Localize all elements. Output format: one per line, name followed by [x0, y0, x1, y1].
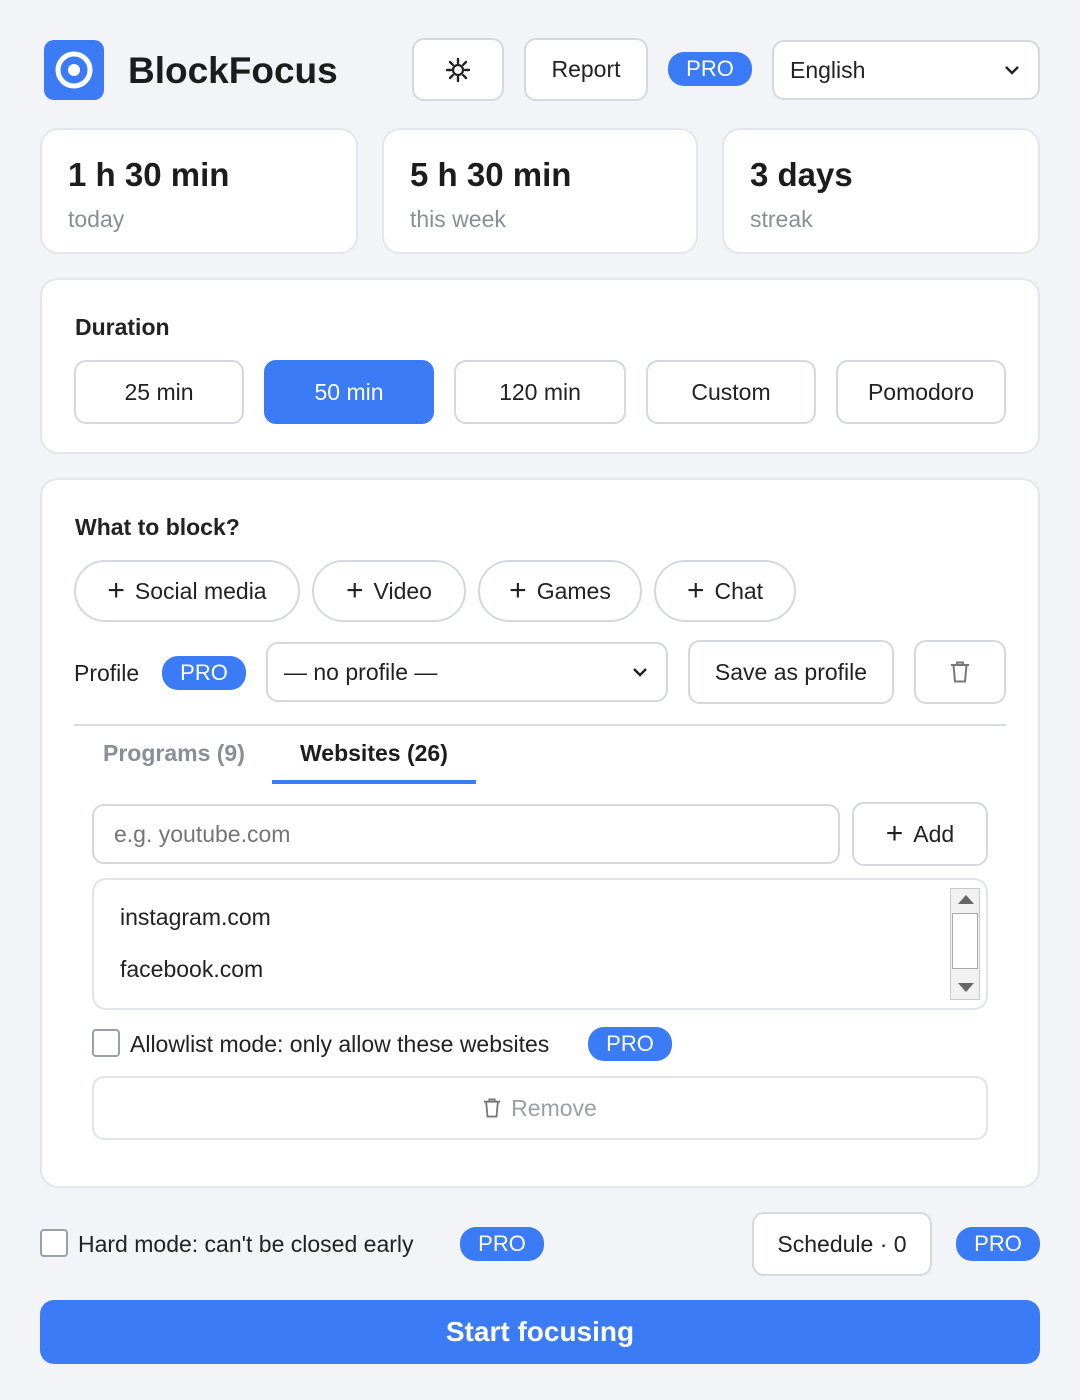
stat-value: 5 h 30 min — [410, 156, 572, 193]
stat-label: streak — [750, 206, 813, 232]
plus-icon: + — [509, 574, 527, 607]
plus-icon: + — [686, 574, 705, 607]
block-title: What to block? — [75, 514, 240, 540]
pro-badge-allowlist[interactable]: PRO — [588, 1027, 672, 1061]
tab-active-indicator — [272, 780, 476, 784]
pro-badge-header[interactable]: PRO — [668, 52, 752, 86]
category-chat[interactable]: + Chat — [654, 560, 796, 622]
category-label: Chat — [714, 577, 764, 604]
stat-label: today — [68, 206, 125, 232]
duration-option-custom[interactable]: Custom — [646, 360, 816, 424]
profile-label: Profile — [74, 660, 140, 686]
profile-selected: — no profile — — [284, 658, 438, 685]
trash-icon — [484, 1098, 501, 1118]
website-input[interactable] — [92, 804, 840, 864]
tab-programs[interactable]: Programs (9) — [103, 740, 245, 767]
scroll-up-arrow[interactable] — [958, 895, 974, 904]
stat-label: this week — [410, 206, 506, 232]
category-games[interactable]: + Games — [478, 560, 642, 622]
language-select[interactable]: English — [772, 40, 1040, 100]
target-icon — [55, 51, 93, 89]
pro-badge-schedule[interactable]: PRO — [956, 1227, 1040, 1261]
add-label: Add — [913, 820, 955, 847]
delete-profile-button[interactable] — [914, 640, 1006, 704]
stat-card-week: 5 h 30 min this week — [382, 128, 698, 254]
report-button[interactable]: Report — [524, 38, 648, 101]
category-label: Video — [373, 577, 432, 604]
category-label: Games — [536, 577, 611, 604]
app-logo — [44, 40, 104, 100]
chevron-down-icon — [1005, 66, 1019, 75]
allowlist-label[interactable]: Allowlist mode: only allow these website… — [130, 1031, 549, 1058]
duration-option-50[interactable]: 50 min — [264, 360, 434, 424]
plus-icon: + — [346, 574, 364, 607]
save-profile-button[interactable]: Save as profile — [688, 640, 894, 704]
duration-option-120[interactable]: 120 min — [454, 360, 626, 424]
category-label: Social media — [134, 577, 267, 604]
schedule-button[interactable]: Schedule · 0 — [752, 1212, 932, 1276]
divider — [74, 724, 1006, 726]
gear-icon — [445, 57, 471, 82]
plus-icon: + — [885, 817, 904, 850]
theme-toggle-button[interactable] — [412, 38, 504, 101]
list-item[interactable]: instagram.com — [120, 904, 271, 931]
start-focusing-button[interactable]: Start focusing — [40, 1300, 1040, 1364]
hard-mode-checkbox[interactable] — [40, 1229, 68, 1257]
scrollbar[interactable] — [950, 888, 980, 1000]
trash-icon — [951, 661, 969, 683]
stat-card-streak: 3 days streak — [722, 128, 1040, 254]
stat-value: 3 days — [750, 156, 853, 193]
add-website-button[interactable]: + Add — [852, 802, 988, 866]
hard-mode-label[interactable]: Hard mode: can't be closed early — [78, 1231, 414, 1258]
category-video[interactable]: + Video — [312, 560, 466, 622]
scroll-thumb[interactable] — [952, 913, 978, 969]
remove-button[interactable]: Remove — [92, 1076, 988, 1140]
allowlist-checkbox[interactable] — [92, 1029, 120, 1057]
remove-label: Remove — [511, 1094, 597, 1121]
duration-option-25[interactable]: 25 min — [74, 360, 244, 424]
plus-icon: + — [107, 574, 125, 607]
pro-badge-hard-mode[interactable]: PRO — [460, 1227, 544, 1261]
tab-websites[interactable]: Websites (26) — [300, 740, 448, 767]
website-list[interactable]: instagram.com facebook.com — [92, 878, 988, 1010]
stat-value: 1 h 30 min — [68, 156, 230, 193]
duration-title: Duration — [75, 314, 170, 340]
profile-select[interactable]: — no profile — — [266, 642, 668, 702]
chevron-down-icon — [633, 668, 647, 677]
category-social-media[interactable]: + Social media — [74, 560, 300, 622]
scroll-down-arrow[interactable] — [958, 983, 974, 992]
app-title: BlockFocus — [128, 50, 338, 91]
stat-card-today: 1 h 30 min today — [40, 128, 358, 254]
language-selected: English — [790, 56, 866, 83]
pro-badge-profile[interactable]: PRO — [162, 656, 246, 690]
list-item[interactable]: facebook.com — [120, 956, 263, 983]
duration-option-pomodoro[interactable]: Pomodoro — [836, 360, 1006, 424]
